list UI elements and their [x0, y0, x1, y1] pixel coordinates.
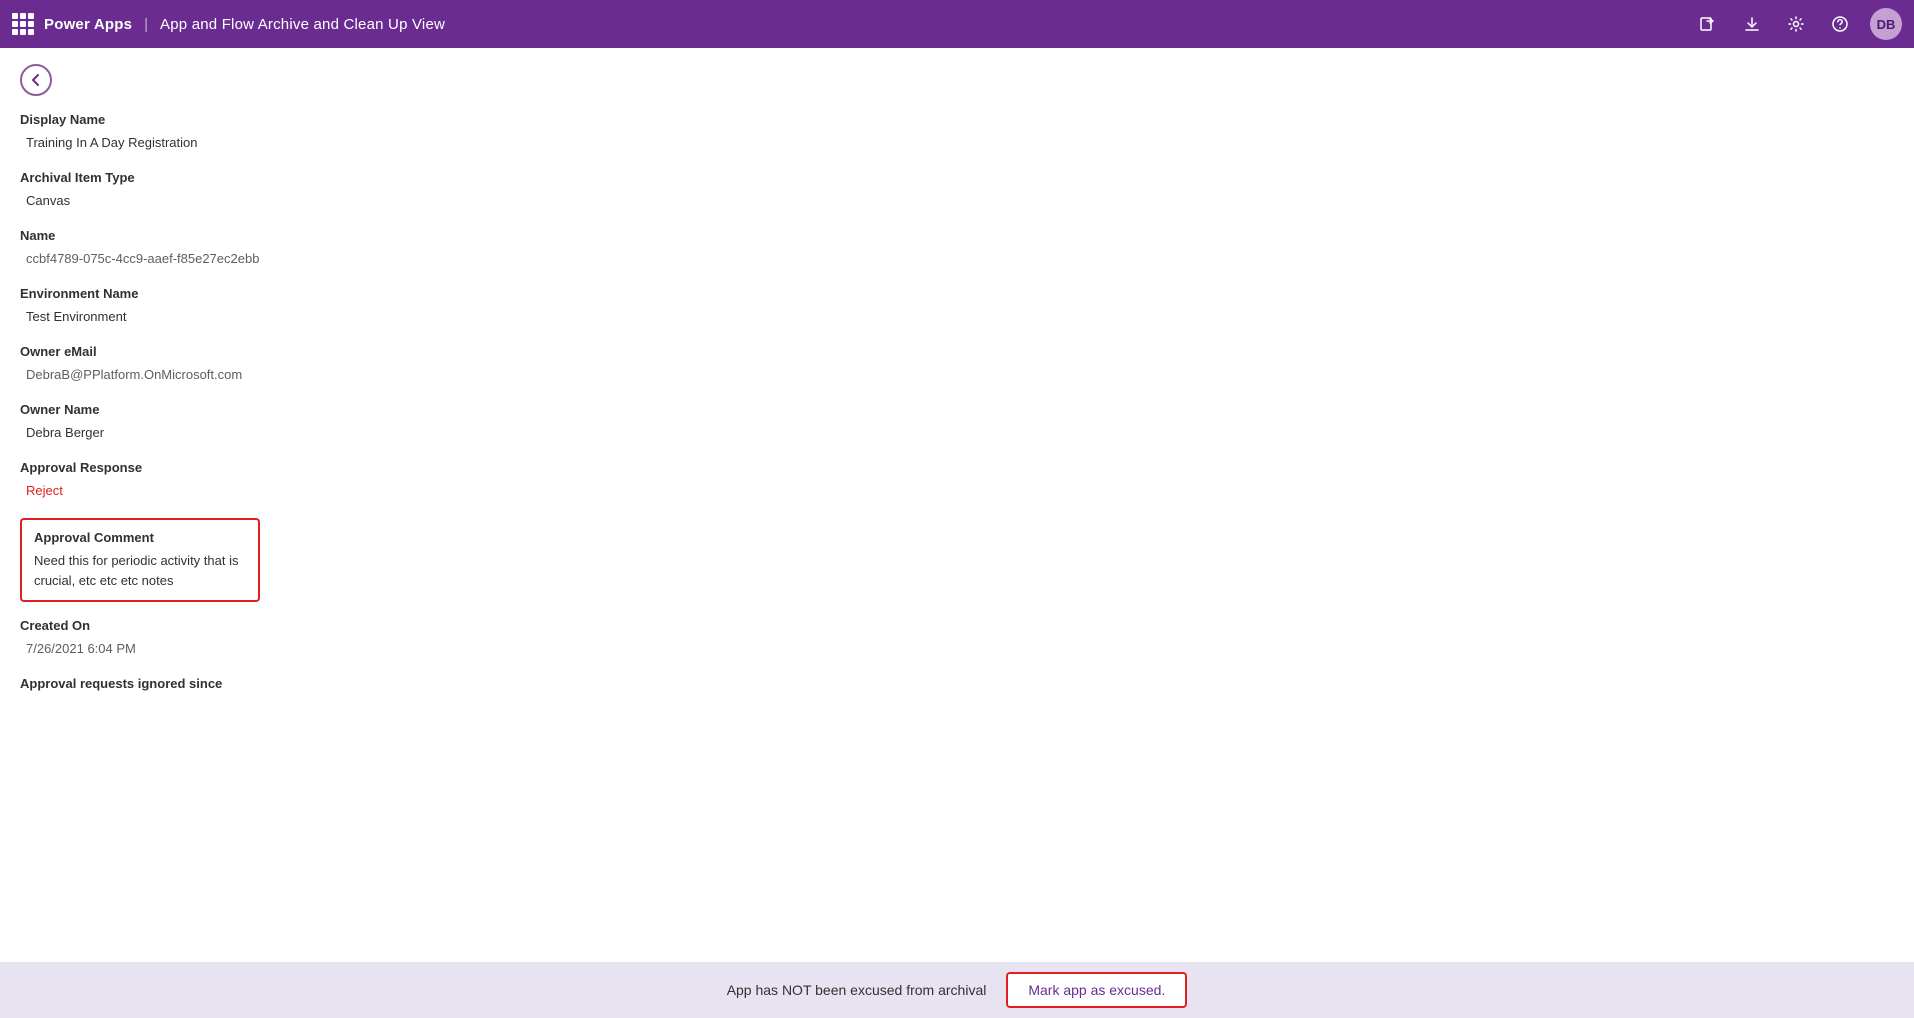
topbar-right-icons: DB [1694, 8, 1902, 40]
approval-requests-ignored-section: Approval requests ignored since [20, 676, 1894, 691]
approval-response-section: Approval Response Reject [20, 460, 1894, 502]
name-label: Name [20, 228, 1894, 243]
content-area: Display Name Training In A Day Registrat… [0, 48, 1914, 962]
archival-item-type-label: Archival Item Type [20, 170, 1894, 185]
owner-name-label: Owner Name [20, 402, 1894, 417]
app-subtitle: App and Flow Archive and Clean Up View [160, 16, 445, 33]
environment-name-label: Environment Name [20, 286, 1894, 301]
approval-response-value: Reject [20, 479, 1894, 502]
display-name-value: Training In A Day Registration [20, 131, 1894, 154]
owner-name-value: Debra Berger [20, 421, 1894, 444]
owner-email-label: Owner eMail [20, 344, 1894, 359]
bottom-bar: App has NOT been excused from archival M… [0, 962, 1914, 1018]
name-value: ccbf4789-075c-4cc9-aaef-f85e27ec2ebb [20, 247, 1894, 270]
environment-name-section: Environment Name Test Environment [20, 286, 1894, 328]
approval-comment-box: Approval Comment Need this for periodic … [20, 518, 260, 602]
owner-email-value: DebraB@PPlatform.OnMicrosoft.com [20, 363, 1894, 386]
approval-comment-value: Need this for periodic activity that is … [34, 551, 246, 590]
created-on-section: Created On 7/26/2021 6:04 PM [20, 618, 1894, 660]
approval-comment-label: Approval Comment [34, 530, 246, 545]
owner-name-section: Owner Name Debra Berger [20, 402, 1894, 444]
mark-excused-button[interactable]: Mark app as excused. [1006, 972, 1187, 1008]
archival-item-type-section: Archival Item Type Canvas [20, 170, 1894, 212]
display-name-label: Display Name [20, 112, 1894, 127]
app-name: Power Apps [44, 16, 132, 33]
avatar[interactable]: DB [1870, 8, 1902, 40]
owner-email-section: Owner eMail DebraB@PPlatform.OnMicrosoft… [20, 344, 1894, 386]
created-on-label: Created On [20, 618, 1894, 633]
archival-item-type-value: Canvas [20, 189, 1894, 212]
excusal-status-text: App has NOT been excused from archival [727, 982, 987, 998]
back-button[interactable] [20, 64, 52, 96]
apps-grid-icon[interactable] [12, 13, 34, 35]
environment-name-value: Test Environment [20, 305, 1894, 328]
download-icon[interactable] [1738, 10, 1766, 38]
name-section: Name ccbf4789-075c-4cc9-aaef-f85e27ec2eb… [20, 228, 1894, 270]
topbar: Power Apps | App and Flow Archive and Cl… [0, 0, 1914, 48]
share-icon[interactable] [1694, 10, 1722, 38]
approval-requests-ignored-label: Approval requests ignored since [20, 676, 1894, 691]
topbar-separator: | [144, 16, 148, 33]
created-on-value: 7/26/2021 6:04 PM [20, 637, 1894, 660]
approval-response-label: Approval Response [20, 460, 1894, 475]
display-name-section: Display Name Training In A Day Registrat… [20, 112, 1894, 154]
settings-icon[interactable] [1782, 10, 1810, 38]
help-icon[interactable] [1826, 10, 1854, 38]
